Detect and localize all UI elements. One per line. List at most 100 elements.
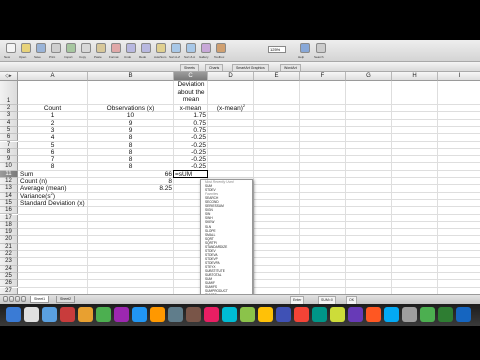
sheet-tab-sheet2[interactable]: Sheet2 [56, 296, 76, 303]
row-header-12[interactable]: 12 [0, 178, 18, 186]
dock-app-icon[interactable] [222, 307, 237, 322]
row-header-16[interactable]: 16 [0, 207, 18, 215]
dock-app-icon[interactable] [150, 307, 165, 322]
row-header-1[interactable]: 1 [0, 81, 18, 105]
sort-za-button[interactable] [186, 43, 196, 53]
dock-app-icon[interactable] [60, 307, 75, 322]
redo-button[interactable] [141, 43, 151, 53]
dock-app-icon[interactable] [114, 307, 129, 322]
dock-app-icon[interactable] [438, 307, 453, 322]
row-header-3[interactable]: 3 [0, 112, 18, 120]
column-header-d[interactable]: D [208, 72, 254, 81]
row-header-26[interactable]: 26 [0, 280, 18, 288]
open-button[interactable] [21, 43, 31, 53]
dock-app-icon[interactable] [294, 307, 309, 322]
row-header-17[interactable]: 17 [0, 214, 18, 222]
row-header-20[interactable]: 20 [0, 236, 18, 244]
dock-app-icon[interactable] [96, 307, 111, 322]
sort-az-button[interactable] [171, 43, 181, 53]
zoom-field[interactable]: 125% [268, 46, 286, 53]
sheet-nav-first-button[interactable] [3, 296, 8, 302]
ribbon-tab-sheets[interactable]: Sheets [180, 64, 199, 71]
dock-app-icon[interactable] [42, 307, 57, 322]
dock-app-icon[interactable] [348, 307, 363, 322]
row-header-25[interactable]: 25 [0, 272, 18, 281]
import-button[interactable] [66, 43, 76, 53]
column-header-a[interactable]: A [18, 72, 88, 81]
row-header-6[interactable]: 6 [0, 134, 18, 142]
paste-button[interactable] [96, 43, 106, 53]
cell-b13[interactable]: 8.25 [89, 185, 172, 193]
dock-app-icon[interactable] [384, 307, 399, 322]
row-header-13[interactable]: 13 [0, 185, 18, 193]
column-header-i[interactable]: I [438, 72, 480, 81]
row-header-18[interactable]: 18 [0, 221, 18, 230]
cell-a15[interactable]: Standard Deviation (x) [19, 200, 86, 208]
dock-app-icon[interactable] [258, 307, 273, 322]
toolbox-button[interactable] [216, 43, 226, 53]
sheet-nav-next-button[interactable] [15, 296, 20, 302]
dock-app-icon[interactable] [402, 307, 417, 322]
save-button[interactable] [36, 43, 46, 53]
dock-app-icon[interactable] [276, 307, 291, 322]
dock-app-icon[interactable] [456, 307, 471, 322]
sheet-nav-prev-button[interactable] [9, 296, 14, 302]
row-header-21[interactable]: 21 [0, 243, 18, 251]
cell-a14-text: Variance(s [20, 192, 51, 200]
cell-c1-heading[interactable]: mean [174, 96, 208, 104]
row-header-10[interactable]: 10 [0, 163, 18, 171]
row-header-2[interactable]: 2 [0, 105, 18, 113]
ribbon-tab-smartart-graphics[interactable]: SmartArt Graphics [232, 64, 269, 71]
cell-d2[interactable]: (x-mean)2 [208, 103, 254, 113]
dock-app-icon[interactable] [168, 307, 183, 322]
search-button[interactable] [316, 43, 326, 53]
sheet-nav-last-button[interactable] [21, 296, 26, 302]
autosum-button[interactable] [156, 43, 166, 53]
dock-app-icon[interactable] [24, 307, 39, 322]
dock-app-icon[interactable] [6, 307, 21, 322]
dock-app-icon[interactable] [240, 307, 255, 322]
dock-app-icon[interactable] [330, 307, 345, 322]
row-header-14[interactable]: 14 [0, 192, 18, 200]
row-header-8[interactable]: 8 [0, 148, 18, 157]
column-header-h[interactable]: H [392, 72, 438, 81]
column-gridline [87, 81, 88, 294]
row-header-11[interactable]: 11 [0, 170, 18, 178]
import-label: Import [64, 55, 73, 59]
ribbon-tab-charts[interactable]: Charts [205, 64, 224, 71]
row-header-5[interactable]: 5 [0, 126, 18, 135]
dock-app-icon[interactable] [366, 307, 381, 322]
dock-app-icon[interactable] [78, 307, 93, 322]
dock-app-icon[interactable] [186, 307, 201, 322]
dock-app-icon[interactable] [132, 307, 147, 322]
dock-app-icon[interactable] [420, 307, 435, 322]
function-autocomplete-list[interactable]: Most Recently Used SUM STDEV Favorites SEARC… [200, 179, 253, 304]
row-header-22[interactable]: 22 [0, 251, 18, 259]
ribbon-tab-wordart[interactable]: WordArt [280, 64, 301, 71]
column-header-g[interactable]: G [346, 72, 392, 81]
column-header-b[interactable]: B [88, 72, 174, 81]
row-header-24[interactable]: 24 [0, 265, 18, 273]
row-header-15[interactable]: 15 [0, 199, 18, 208]
row-header-7[interactable]: 7 [0, 141, 18, 149]
row-header-9[interactable]: 9 [0, 156, 18, 164]
dock-app-icon[interactable] [312, 307, 327, 322]
print-button[interactable] [51, 43, 61, 53]
row-header-4[interactable]: 4 [0, 119, 18, 127]
new-button[interactable] [6, 43, 16, 53]
format-button[interactable] [111, 43, 121, 53]
column-header-c[interactable]: C [174, 72, 208, 81]
column-header-f[interactable]: F [300, 72, 346, 81]
gallery-button[interactable] [201, 43, 211, 53]
row-header-19[interactable]: 19 [0, 229, 18, 237]
column-header-e[interactable]: E [254, 72, 300, 81]
help-button[interactable] [300, 43, 310, 53]
sheet-tab-sheet1[interactable]: Sheet1 [30, 296, 50, 303]
select-all-corner[interactable]: ◇▸ [0, 72, 18, 81]
undo-button[interactable] [126, 43, 136, 53]
row-header-23[interactable]: 23 [0, 258, 18, 266]
dock-app-icon[interactable] [204, 307, 219, 322]
formula-input[interactable]: =sUM [175, 171, 207, 179]
copy-button[interactable] [81, 43, 91, 53]
status-sum: SUM=0 [318, 296, 336, 304]
